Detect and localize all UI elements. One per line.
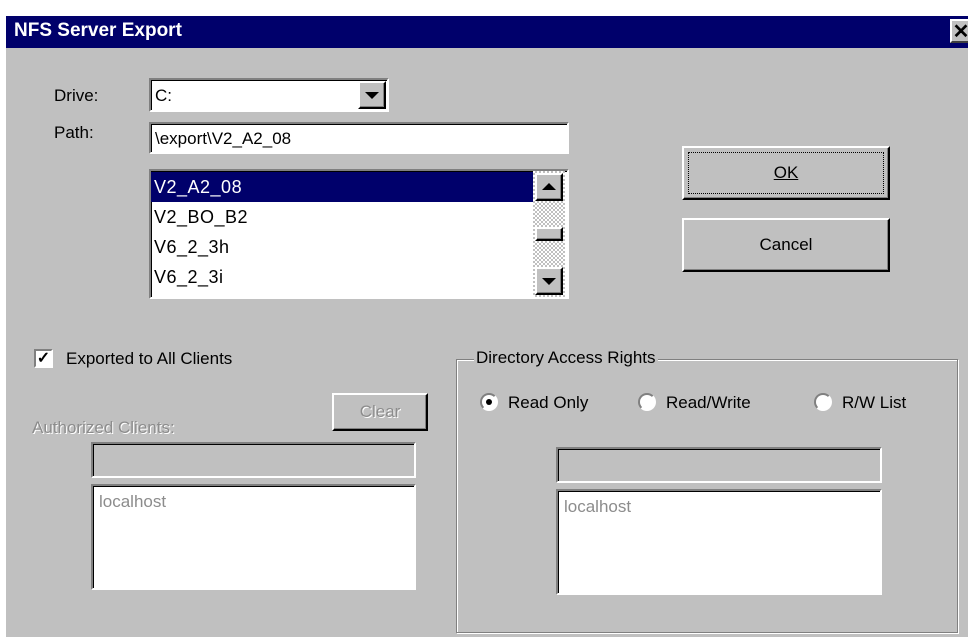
path-label: Path:	[54, 123, 94, 142]
list-item[interactable]: V6_2_3h	[151, 232, 533, 262]
cancel-button[interactable]: Cancel	[682, 218, 890, 272]
nfs-export-dialog: NFS Server Export ✕ Drive: C: Path: \exp…	[6, 16, 968, 637]
cancel-label: Cancel	[759, 235, 813, 254]
path-value: \export\V2_A2_08	[155, 129, 292, 148]
title-bar: NFS Server Export ✕	[6, 16, 968, 48]
access-list[interactable]: localhost	[556, 489, 882, 595]
radio-read-only-label: Read Only	[508, 393, 589, 412]
export-all-checkbox[interactable]: ✓	[34, 349, 53, 368]
list-item[interactable]: V2_BO_B2	[151, 202, 533, 232]
radio-read-write[interactable]	[638, 393, 656, 411]
radio-rw-list-label: R/W List	[842, 393, 907, 412]
scroll-up-button[interactable]	[535, 173, 563, 201]
path-input[interactable]: \export\V2_A2_08	[149, 122, 569, 154]
access-list-input[interactable]	[556, 447, 882, 483]
list-item[interactable]: V6_2_3i	[151, 262, 533, 292]
access-rights-group-label: Directory Access Rights	[474, 348, 658, 368]
arrow-up-icon	[542, 183, 556, 190]
arrow-down-icon	[542, 278, 556, 285]
radio-selected-dot	[486, 399, 492, 405]
list-item[interactable]: V2_A2_08	[151, 172, 533, 202]
scroll-thumb[interactable]	[535, 227, 563, 241]
ok-button[interactable]: OK	[682, 146, 890, 200]
radio-read-write-label: Read/Write	[666, 393, 751, 412]
list-item[interactable]: localhost	[564, 497, 631, 517]
directory-list[interactable]: V2_A2_08 V2_BO_B2 V6_2_3h V6_2_3i	[149, 169, 569, 299]
radio-rw-list[interactable]	[814, 393, 832, 411]
clear-button[interactable]: Clear	[332, 393, 428, 431]
list-item[interactable]: localhost	[99, 492, 166, 512]
window-title: NFS Server Export	[14, 20, 182, 41]
drive-label: Drive:	[54, 86, 99, 105]
clear-label: Clear	[359, 402, 401, 421]
export-all-label: Exported to All Clients	[66, 349, 233, 368]
authorized-client-input[interactable]	[91, 442, 416, 478]
radio-read-only[interactable]	[480, 393, 498, 411]
drive-dropdown-button[interactable]	[358, 81, 386, 109]
close-icon[interactable]: ✕	[950, 19, 968, 43]
drive-value: C:	[155, 86, 172, 105]
focus-rect	[688, 152, 884, 194]
authorized-clients-list[interactable]: localhost	[91, 484, 416, 590]
scroll-down-button[interactable]	[535, 267, 563, 295]
authorized-clients-label: Authorized Clients:	[32, 418, 175, 437]
scrollbar[interactable]	[533, 171, 565, 297]
drive-select[interactable]: C:	[149, 78, 389, 112]
chevron-down-icon	[365, 92, 379, 99]
